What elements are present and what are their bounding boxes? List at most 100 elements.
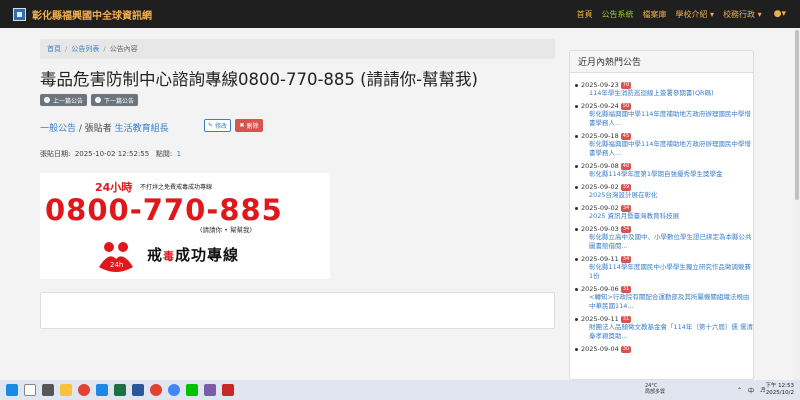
clicks-label: 點閱: <box>155 150 173 158</box>
line-icon[interactable] <box>186 384 198 396</box>
announcement-link[interactable]: 彰化縣114學年度國民中小學學生獨立研究作品徵調競賽1份 <box>581 263 753 281</box>
user-menu-icon[interactable]: ●▾ <box>774 9 786 19</box>
chrome-profile-2-icon[interactable] <box>168 384 180 396</box>
pdf-icon[interactable] <box>222 384 234 396</box>
tray-arrow-icon[interactable]: ⌃ <box>737 387 742 394</box>
clock-date: 2025/10/2 <box>765 390 794 396</box>
clock[interactable]: 下午 12:53 2025/10/2 <box>765 383 794 397</box>
hot-announcements-panel: 近月內熱門公告 2025-09-23 70 114年學生消防巡迴線上簽署參期書(QR… <box>569 50 754 380</box>
hot-announcement-item[interactable]: 2025-09-11 34 彰化縣114學年度國民中小學學生獨立研究作品徵調競賽1份 <box>575 255 753 281</box>
windows-taskbar: ⌃ 中 ♬ 下午 12:53 2025/10/2 <box>0 380 800 400</box>
announcement-link[interactable]: 彰化縣福興國中學114年度補助地方政府辦理國民中學增書學務人... <box>581 110 753 128</box>
announcement-link[interactable]: 財團法人品顏徵文教基金會「114年（第十六屆）儒 儒清秦孝親獎助... <box>581 323 753 341</box>
edit-button[interactable]: ✎ 修改 <box>204 119 231 132</box>
chrome-icon[interactable] <box>78 384 90 396</box>
view-count-badge: 70 <box>620 81 632 89</box>
hot-announcement-item[interactable]: 2025-09-23 70 114年學生消防巡迴線上簽署參期書(QR碼) <box>575 81 753 98</box>
weather-widget[interactable]: 24°C 局部多雲 <box>645 383 665 395</box>
start-icon[interactable] <box>6 384 18 396</box>
banner-slogan: 戒毒成功專線 <box>147 244 239 265</box>
announcement-link[interactable]: 2025 資訊月暨臺灣教育科技展 <box>581 212 753 221</box>
file-explorer-icon[interactable] <box>60 384 72 396</box>
hot-announcement-item[interactable]: 2025-09-24 50 彰化縣福興國中學114年度補助地方政府辦理國民中學增書學… <box>575 102 753 128</box>
task-view-icon[interactable] <box>42 384 54 396</box>
chrome-profile-icon[interactable] <box>150 384 162 396</box>
announcement-date: 2025-09-23 70 <box>581 81 753 89</box>
word-icon[interactable] <box>132 384 144 396</box>
hot-announcement-item[interactable]: 2025-09-03 34 彰化縣立高中及國中、小學數位學生證已綁定為本縣公共圖書館… <box>575 225 753 251</box>
ime-lang[interactable]: 中 <box>748 386 754 395</box>
announcement-date-text: 2025-09-03 <box>581 225 619 233</box>
view-count-badge: 31 <box>620 285 632 293</box>
nav-about[interactable]: 學校介紹 ▾ <box>676 9 715 20</box>
banner-phone: 0800-770-885 <box>45 193 283 227</box>
chevron-right-icon: › <box>95 97 101 103</box>
chevron-left-icon: ‹ <box>44 97 50 103</box>
view-count-badge: 30 <box>620 345 632 353</box>
announcement-date: 2025-09-08 40 <box>581 162 753 170</box>
announcement-date-text: 2025-09-24 <box>581 102 619 110</box>
next-post-button[interactable]: › 下一篇公告 <box>91 94 139 106</box>
edge-icon[interactable] <box>96 384 108 396</box>
announcement-date-text: 2025-09-02 <box>581 183 619 191</box>
view-count-badge: 34 <box>620 204 632 212</box>
excel-icon[interactable] <box>114 384 126 396</box>
hot-announcement-item[interactable]: 2025-09-18 45 彰化縣福興國中學114年度補助地方政府辦理國民中學增書學… <box>575 132 753 158</box>
view-count-badge: 40 <box>620 162 632 170</box>
announcement-link[interactable]: <轉知>行政院有關配合運動部及其所屬機關組織法規由中華民國114... <box>581 293 753 311</box>
breadcrumb-current: 公告內容 <box>109 45 138 53</box>
delete-button[interactable]: ✖ 刪除 <box>235 119 263 132</box>
breadcrumb-separator: / <box>103 45 106 53</box>
post-date: 2025-10-02 12:52:55 <box>74 150 150 158</box>
view-count-badge: 34 <box>620 225 632 233</box>
hot-announcement-item[interactable]: 2025-09-04 30 <box>575 345 753 353</box>
announcement-date-text: 2025-09-11 <box>581 255 619 263</box>
breadcrumb-list[interactable]: 公告列表 <box>71 44 99 54</box>
nav-announcements[interactable]: 公告系統 <box>602 9 634 20</box>
hotline-logo-icon: 24h <box>99 242 133 272</box>
announcement-date: 2025-09-04 30 <box>581 345 753 353</box>
announcement-date: 2025-09-11 34 <box>581 255 753 263</box>
hot-announcement-item[interactable]: 2025-09-02 39 2025台灣設計展在彰化 <box>575 183 753 200</box>
search-icon[interactable] <box>24 384 36 396</box>
hot-announcement-item[interactable]: 2025-09-11 31 財團法人品顏徵文教基金會「114年（第十六屆）儒 儒清秦… <box>575 315 753 341</box>
view-count-badge: 31 <box>620 315 632 323</box>
prev-post-button[interactable]: ‹ 上一篇公告 <box>40 94 88 106</box>
announcement-date-text: 2025-09-02 <box>581 204 619 212</box>
delete-label: 刪除 <box>246 123 259 130</box>
hot-announcement-item[interactable]: 2025-09-02 34 2025 資訊月暨臺灣教育科技展 <box>575 204 753 221</box>
edit-label: 修改 <box>214 123 227 130</box>
scrollbar-thumb[interactable] <box>795 30 799 200</box>
hot-announcement-item[interactable]: 2025-09-08 40 彰化縣114學年度第1學期自強優秀學生獎學金 <box>575 162 753 179</box>
school-logo-icon <box>13 7 26 21</box>
announcement-link[interactable]: 彰化縣立高中及國中、小學數位學生證已綁定為本縣公共圖書館借閱... <box>581 233 753 251</box>
app-icon[interactable] <box>204 384 216 396</box>
poster-prefix: / 張貼者 <box>76 124 115 134</box>
brand[interactable]: 彰化縣福興國中全球資訊網 <box>13 7 152 22</box>
slogan-c: 成功專線 <box>175 246 240 264</box>
hot-announcement-item[interactable]: 2025-09-06 31 <轉知>行政院有關配合運動部及其所屬機關組織法規由中華民… <box>575 285 753 311</box>
announcement-date: 2025-09-02 34 <box>581 204 753 212</box>
post-meta: 一般公告 / 張貼者 生活教育組長 <box>40 121 169 134</box>
announcement-date-text: 2025-09-18 <box>581 132 619 140</box>
announcement-date: 2025-09-02 39 <box>581 183 753 191</box>
weather-desc: 局部多雲 <box>645 389 666 395</box>
panel-heading: 近月內熱門公告 <box>570 51 753 73</box>
hotline-banner-image: 24小時 不打烊之免費戒毒成功專線 0800-770-885 (請請你 • 幫幫… <box>40 173 330 279</box>
top-navbar: 彰化縣福興國中全球資訊網 首頁 公告系統 檔案庫 學校介紹 ▾ 校務行政 ▾ ●… <box>0 0 800 28</box>
banner-top-text: 不打烊之免費戒毒成功專線 <box>140 184 213 191</box>
nav-admin[interactable]: 校務行政 ▾ <box>723 9 762 20</box>
breadcrumb-home[interactable]: 首頁 <box>47 44 61 54</box>
nav-files[interactable]: 檔案庫 <box>643 9 667 20</box>
announcement-link[interactable]: 2025台灣設計展在彰化 <box>581 191 753 200</box>
announcement-link[interactable]: 彰化縣福興國中學114年度補助地方政府辦理國民中學增書學務人... <box>581 140 753 158</box>
announcement-link[interactable]: 彰化縣114學年度第1學期自強優秀學生獎學金 <box>581 170 753 179</box>
announcement-link[interactable]: 114年學生消防巡迴線上簽署參期書(QR碼) <box>581 89 753 98</box>
page-title: 毒品危害防制中心諮詢專線0800-770-885 (請請你-幫幫我) <box>40 70 478 89</box>
announcement-date-text: 2025-09-11 <box>581 315 619 323</box>
site-title[interactable]: 彰化縣福興國中全球資訊網 <box>32 7 152 22</box>
next-post-label: 下一篇公告 <box>104 97 135 105</box>
category-link[interactable]: 一般公告 <box>40 124 76 134</box>
poster-link[interactable]: 生活教育組長 <box>115 124 169 134</box>
nav-home[interactable]: 首頁 <box>577 9 593 20</box>
